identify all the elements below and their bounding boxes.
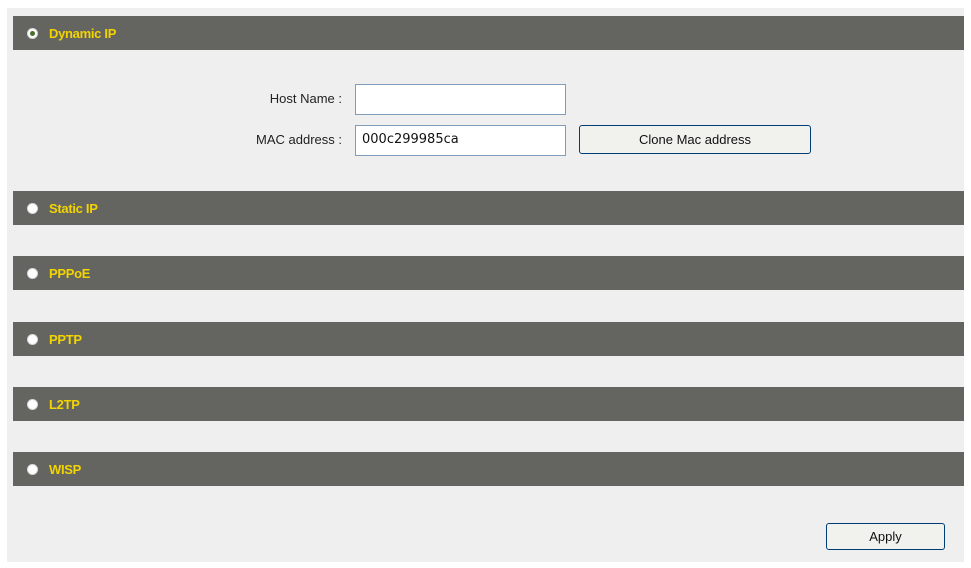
apply-button[interactable]: Apply <box>826 523 945 550</box>
mac-address-input[interactable]: 000c299985ca <box>355 125 566 156</box>
host-name-label: Host Name : <box>269 91 342 106</box>
section-pptp[interactable]: PPTP <box>13 322 964 356</box>
mac-address-label: MAC address : <box>256 132 342 147</box>
section-label-dynamic-ip: Dynamic IP <box>49 25 117 41</box>
static-ip-radio[interactable] <box>27 202 38 214</box>
l2tp-radio[interactable] <box>27 398 38 410</box>
section-label-pppoe: PPPoE <box>49 265 91 281</box>
pppoe-radio[interactable] <box>27 267 38 279</box>
section-wisp[interactable]: WISP <box>13 452 964 486</box>
section-label-wisp: WISP <box>49 461 82 477</box>
section-static-ip[interactable]: Static IP <box>13 191 964 225</box>
section-dynamic-ip[interactable]: Dynamic IP <box>13 16 964 50</box>
section-label-static-ip: Static IP <box>49 200 98 216</box>
clone-mac-button[interactable]: Clone Mac address <box>579 125 811 154</box>
host-name-input[interactable] <box>355 84 566 115</box>
dynamic-ip-radio[interactable] <box>27 27 38 39</box>
section-l2tp[interactable]: L2TP <box>13 387 964 421</box>
section-label-pptp: PPTP <box>49 331 82 347</box>
wisp-radio[interactable] <box>27 463 38 475</box>
pptp-radio[interactable] <box>27 333 38 345</box>
section-pppoe[interactable]: PPPoE <box>13 256 964 290</box>
section-label-l2tp: L2TP <box>49 396 80 412</box>
radio-selected-dot <box>30 30 35 36</box>
